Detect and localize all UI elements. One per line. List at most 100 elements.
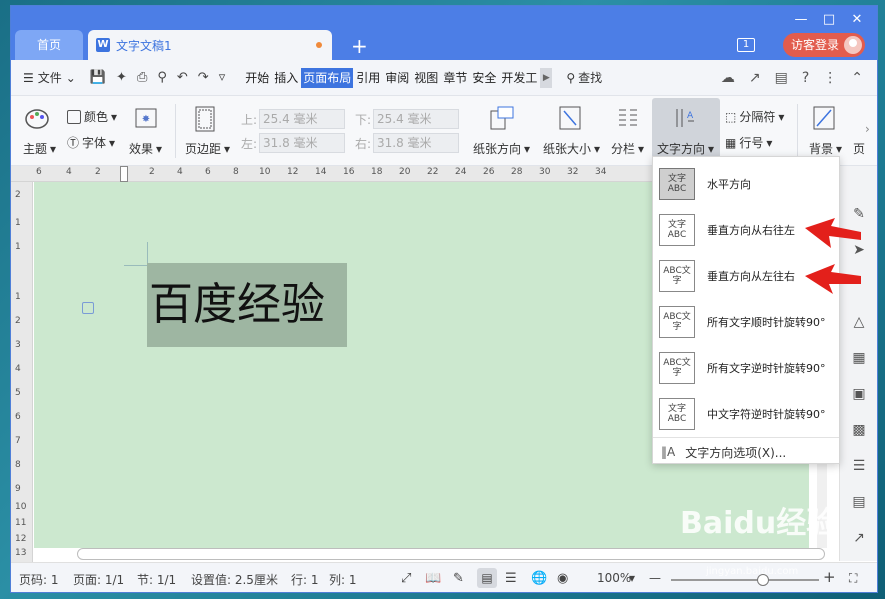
font-button[interactable]: Ⓣ 字体 ▾ [67, 134, 115, 151]
doc-outline-icon[interactable] [82, 302, 94, 314]
direction-cjk-rotate-ccw[interactable]: 文字ABC 中文字符逆时针旋转90° [653, 391, 839, 437]
bottom-margin-field[interactable]: 25.4 毫米 [373, 109, 459, 129]
zoom-dropdown-icon[interactable]: ▾ [629, 571, 635, 585]
direction-rotate-cw[interactable]: ABC文字 所有文字顺时针旋转90° [653, 299, 839, 345]
avatar-icon [844, 36, 862, 54]
fit-window-icon[interactable]: ⛶ [849, 571, 857, 586]
collapse-ribbon-icon[interactable]: ⌃ [851, 70, 863, 86]
section-status[interactable]: 节: 1/1 [137, 571, 176, 588]
tab-developer[interactable]: 开发工 [499, 68, 539, 88]
format-painter-icon[interactable]: ✦ [116, 70, 127, 85]
eye-protect-icon[interactable]: ◉ [557, 571, 568, 586]
ruler-tick-label: 2 [15, 316, 21, 326]
zoom-level[interactable]: 100% [597, 571, 631, 585]
undo-icon[interactable]: ↶ [177, 70, 188, 85]
theme-button[interactable]: 主题 ▾ [23, 140, 56, 157]
help-icon[interactable]: ? [802, 70, 809, 86]
effect-button[interactable]: 效果 ▾ [129, 140, 162, 157]
tab-security[interactable]: 安全 [470, 68, 498, 88]
color-button[interactable]: 颜色 ▾ [67, 108, 117, 125]
search-label: 查找 [578, 71, 603, 85]
search-button[interactable]: ⚲ 查找 [566, 69, 602, 86]
gallery-icon[interactable]: ▤ [850, 494, 868, 512]
window-count-badge[interactable]: 1 [737, 38, 755, 52]
page-number-status[interactable]: 页码: 1 [19, 571, 59, 588]
save-icon[interactable]: 💾 [90, 70, 106, 85]
tab-insert[interactable]: 插入 [272, 68, 300, 88]
paper-size-icon[interactable] [559, 106, 581, 130]
background-button[interactable]: 背景 ▾ [809, 140, 842, 157]
text-direction-button[interactable]: 文字方向 ▾ [657, 140, 714, 157]
print-preview-icon[interactable]: ⚲ [157, 70, 167, 85]
page-button-partial[interactable]: 页 [853, 140, 865, 157]
columns-icon[interactable] [617, 106, 639, 130]
cloud-icon[interactable]: ☁ [721, 70, 735, 86]
tab-view[interactable]: 视图 [412, 68, 440, 88]
paper-size-button[interactable]: 纸张大小 ▾ [543, 140, 600, 157]
ruler-tick-label: 9 [15, 484, 21, 494]
column-status[interactable]: 列: 1 [329, 571, 357, 588]
right-margin-field[interactable]: 31.8 毫米 [373, 133, 459, 153]
tab-home[interactable]: 首页 [15, 30, 83, 60]
web-view-icon[interactable]: 🌐 [531, 571, 547, 586]
table-icon[interactable]: ▦ [850, 350, 868, 368]
orientation-icon[interactable] [489, 106, 515, 130]
page-margin-button[interactable]: 页边距 ▾ [185, 140, 230, 157]
chart-icon[interactable]: ▩ [850, 422, 868, 440]
image-icon[interactable]: ▣ [850, 386, 868, 404]
pages-status[interactable]: 页面: 1/1 [73, 571, 124, 588]
more-icon[interactable]: ⋮ [823, 70, 837, 86]
horizontal-scrollbar[interactable] [77, 548, 825, 560]
shapes-icon[interactable]: △ [850, 314, 868, 332]
line-number-button[interactable]: ▦ 行号 ▾ [725, 134, 772, 151]
row-status[interactable]: 行: 1 [291, 571, 319, 588]
left-margin-field[interactable]: 31.8 毫米 [259, 133, 345, 153]
tab-start[interactable]: 开始 [243, 68, 271, 88]
zoom-slider-track[interactable] [671, 574, 819, 586]
minimize-icon[interactable]: — [787, 10, 815, 30]
theme-palette-icon[interactable] [25, 108, 49, 130]
zoom-in-icon[interactable]: + [823, 568, 836, 586]
read-mode-icon[interactable]: 📖 [425, 571, 441, 586]
orientation-button[interactable]: 纸张方向 ▾ [473, 140, 530, 157]
tab-review[interactable]: 审阅 [383, 68, 411, 88]
ribbon-scroll-right-icon[interactable]: › [865, 122, 870, 136]
redo-icon[interactable]: ↷ [198, 70, 209, 85]
page-view-icon[interactable]: ▤ [477, 568, 497, 588]
columns-button[interactable]: 分栏 ▾ [611, 140, 644, 157]
share-icon[interactable]: ↗ [749, 70, 761, 86]
quick-access-toolbar: 💾 ✦ ⎙ ⚲ ↶ ↷ ▿ [90, 70, 225, 85]
setting-value-status[interactable]: 设置值: 2.5厘米 [191, 571, 278, 588]
tab-references[interactable]: 引用 [354, 68, 382, 88]
cjk-rotate-icon: 文字ABC [659, 398, 695, 430]
direction-horizontal[interactable]: 文字ABC 水平方向 [653, 161, 839, 207]
tab-chapter[interactable]: 章节 [441, 68, 469, 88]
zoom-out-icon[interactable]: — [649, 571, 661, 585]
direction-rotate-ccw[interactable]: ABC文字 所有文字逆时针旋转90° [653, 345, 839, 391]
file-menu[interactable]: ☰ 文件 ⌄ [23, 69, 76, 86]
background-icon[interactable] [813, 106, 835, 130]
outline-view-icon[interactable]: ☰ [505, 571, 517, 586]
settings-sliders-icon[interactable]: ☰ [850, 458, 868, 476]
top-margin-field[interactable]: 25.4 毫米 [259, 109, 345, 129]
effect-sparkle-icon[interactable]: ✸ [135, 108, 157, 128]
separator-button[interactable]: ⬚ 分隔符 ▾ [725, 108, 784, 125]
write-mode-icon[interactable]: ✎ [453, 571, 464, 586]
tab-document[interactable]: W 文字文稿1 [88, 30, 332, 60]
text-direction-icon[interactable]: A [673, 106, 697, 130]
tabs-scroll-right-icon[interactable]: ▶ [540, 67, 553, 88]
add-tab-icon[interactable]: + [351, 34, 368, 58]
print-icon[interactable]: ⎙ [137, 70, 147, 85]
export-icon[interactable]: ↗ [850, 530, 868, 548]
tab-page-layout[interactable]: 页面布局 [301, 67, 354, 88]
close-icon[interactable]: ✕ [843, 10, 871, 30]
document-text[interactable]: 百度经验 [147, 263, 347, 347]
indent-marker-icon[interactable] [120, 166, 128, 182]
text-direction-options[interactable]: ‖A 文字方向选项(X)... [653, 441, 839, 463]
collab-icon[interactable]: ▤ [775, 70, 788, 86]
guest-login-button[interactable]: 访客登录 [783, 33, 865, 57]
fullscreen-icon[interactable]: ⤢ [401, 571, 411, 586]
maximize-icon[interactable]: □ [815, 10, 843, 30]
page-margin-icon[interactable] [195, 106, 215, 132]
customize-icon[interactable]: ▿ [219, 70, 226, 85]
